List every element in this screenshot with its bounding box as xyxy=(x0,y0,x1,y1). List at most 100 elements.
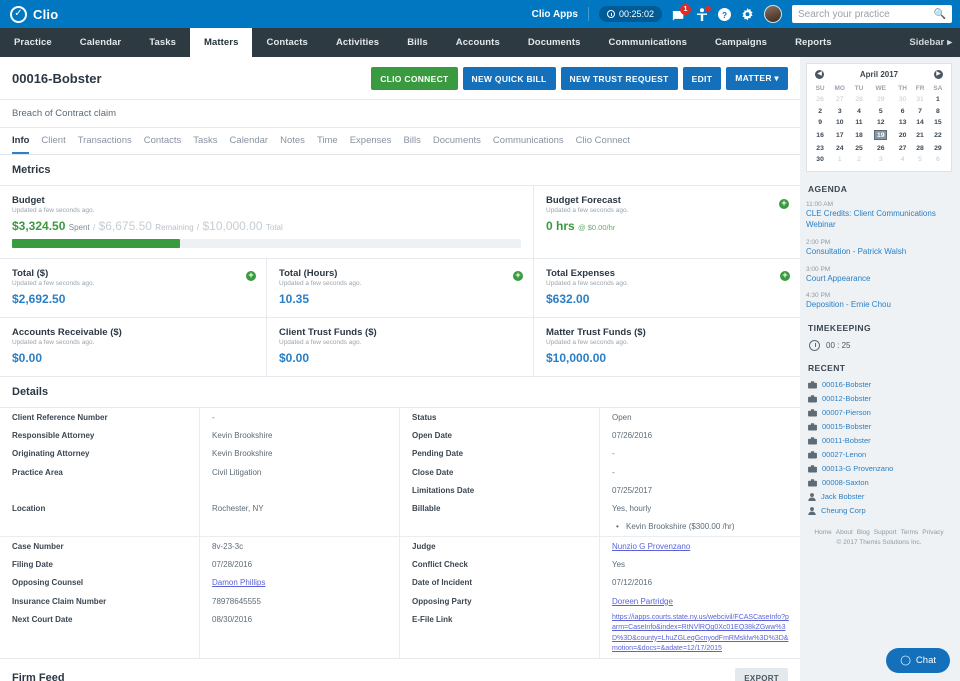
tab-calendar[interactable]: Calendar xyxy=(230,135,269,154)
clio-logo[interactable]: ✓ Clio xyxy=(0,5,58,23)
calendar-day-cell[interactable]: 3 xyxy=(868,154,894,165)
nav-item-bills[interactable]: Bills xyxy=(393,28,442,57)
calendar-day-cell[interactable]: 30 xyxy=(811,154,829,165)
calendar-day-cell[interactable]: 28 xyxy=(911,143,928,154)
calendar-day-cell[interactable]: 3 xyxy=(829,105,850,116)
detail-link[interactable]: Doreen Partridge xyxy=(612,597,673,606)
agenda-event-title[interactable]: Consultation - Patrick Walsh xyxy=(806,247,952,258)
calendar-day-cell[interactable]: 21 xyxy=(911,128,928,142)
calendar-day-cell[interactable]: 22 xyxy=(929,128,947,142)
add-icon[interactable]: + xyxy=(780,271,790,281)
calendar-day-cell[interactable]: 25 xyxy=(850,143,867,154)
add-icon[interactable]: + xyxy=(513,271,523,281)
search-icon[interactable]: 🔍 xyxy=(934,9,946,20)
calendar-day-cell[interactable]: 8 xyxy=(929,105,947,116)
footer-link-home[interactable]: Home xyxy=(814,529,831,536)
tab-time[interactable]: Time xyxy=(317,135,338,154)
recent-item[interactable]: 00011-Bobster xyxy=(806,436,952,445)
nav-item-contacts[interactable]: Contacts xyxy=(252,28,321,57)
sidebar-toggle[interactable]: Sidebar ▸ xyxy=(901,28,960,57)
calendar-day-cell[interactable]: 27 xyxy=(829,94,850,105)
efile-link[interactable]: https://iapps.courts.state.ny.us/webcivi… xyxy=(600,610,800,658)
calendar-day-cell[interactable]: 15 xyxy=(929,117,947,128)
calendar-day-cell[interactable]: 17 xyxy=(829,128,850,142)
notifications-icon[interactable]: 1 xyxy=(672,3,691,21)
detail-link[interactable]: Damon Phillips xyxy=(212,578,265,587)
calendar-day-cell[interactable]: 1 xyxy=(929,94,947,105)
calendar-day-cell[interactable]: 11 xyxy=(850,117,867,128)
nav-item-calendar[interactable]: Calendar xyxy=(66,28,135,57)
calendar-day-cell[interactable]: 4 xyxy=(894,154,911,165)
detail-value[interactable]: Damon Phillips xyxy=(200,574,399,592)
tab-clio-connect[interactable]: Clio Connect xyxy=(576,135,630,154)
calendar-day-cell[interactable]: 6 xyxy=(929,154,947,165)
recent-item[interactable]: 00008-Saxton xyxy=(806,478,952,487)
tab-documents[interactable]: Documents xyxy=(433,135,481,154)
nav-item-reports[interactable]: Reports xyxy=(781,28,846,57)
search-input[interactable] xyxy=(798,8,934,20)
tab-communications[interactable]: Communications xyxy=(493,135,564,154)
calendar-day-cell[interactable]: 16 xyxy=(811,128,829,142)
footer-link-terms[interactable]: Terms xyxy=(901,529,919,536)
button-clio-connect[interactable]: CLIO CONNECT xyxy=(371,67,458,90)
recent-item[interactable]: 00016-Bobster xyxy=(806,380,952,389)
calendar-day-cell[interactable]: 20 xyxy=(894,128,911,142)
detail-value[interactable]: Nunzio G Provenzano xyxy=(600,537,800,555)
calendar-day-cell[interactable]: 29 xyxy=(929,143,947,154)
timekeeping-row[interactable]: 00 : 25 xyxy=(806,340,952,352)
tab-notes[interactable]: Notes xyxy=(280,135,305,154)
calendar-day-cell[interactable]: 7 xyxy=(911,105,928,116)
chat-button[interactable]: ◯ Chat xyxy=(886,648,950,673)
recent-item[interactable]: 00007-Pierson xyxy=(806,408,952,417)
footer-link-privacy[interactable]: Privacy xyxy=(922,529,943,536)
recent-item[interactable]: 00013-G Provenzano xyxy=(806,464,952,473)
calendar-day-cell[interactable]: 5 xyxy=(911,154,928,165)
calendar-day-cell[interactable]: 27 xyxy=(894,143,911,154)
calendar-day-cell[interactable]: 18 xyxy=(850,128,867,142)
calendar-prev-icon[interactable]: ◀ xyxy=(815,70,824,79)
footer-link-support[interactable]: Support xyxy=(874,529,897,536)
recent-item[interactable]: Jack Bobster xyxy=(806,492,952,501)
calendar-day-cell[interactable]: 26 xyxy=(868,143,894,154)
nav-item-documents[interactable]: Documents xyxy=(514,28,595,57)
calendar-day-cell[interactable]: 2 xyxy=(850,154,867,165)
nav-item-practice[interactable]: Practice xyxy=(0,28,66,57)
button-new-trust-request[interactable]: NEW TRUST REQUEST xyxy=(560,67,678,90)
nav-item-activities[interactable]: Activities xyxy=(322,28,393,57)
footer-link-blog[interactable]: Blog xyxy=(857,529,870,536)
calendar-day-cell[interactable]: 2 xyxy=(811,105,829,116)
tab-client[interactable]: Client xyxy=(41,135,65,154)
button-edit[interactable]: EDIT xyxy=(682,67,722,90)
agenda-event-title[interactable]: CLE Credits: Client Communications Webin… xyxy=(806,209,952,231)
add-icon[interactable]: + xyxy=(246,271,256,281)
calendar-day-cell[interactable]: 28 xyxy=(850,94,867,105)
calendar-day-cell[interactable]: 5 xyxy=(868,105,894,116)
calendar-day-cell[interactable]: 6 xyxy=(894,105,911,116)
tab-tasks[interactable]: Tasks xyxy=(193,135,217,154)
nav-item-accounts[interactable]: Accounts xyxy=(442,28,514,57)
button-matter[interactable]: MATTER ▾ xyxy=(726,67,788,90)
gear-icon[interactable] xyxy=(741,7,754,21)
agenda-event-title[interactable]: Deposition - Ernie Chou xyxy=(806,300,952,311)
calendar-selected-day[interactable]: 19 xyxy=(874,130,888,141)
recent-item[interactable]: 00012-Bobster xyxy=(806,394,952,403)
calendar-day-cell[interactable]: 23 xyxy=(811,143,829,154)
tab-info[interactable]: Info xyxy=(12,135,30,154)
export-button[interactable]: EXPORT xyxy=(735,667,788,681)
timer-pill[interactable]: 00:25:02 xyxy=(598,6,662,22)
calendar-day-cell[interactable]: 4 xyxy=(850,105,867,116)
referrals-person-icon[interactable] xyxy=(696,5,711,21)
calendar-day-cell[interactable]: 29 xyxy=(868,94,894,105)
help-icon[interactable]: ? xyxy=(718,7,731,21)
detail-link[interactable]: Nunzio G Provenzano xyxy=(612,542,690,551)
nav-item-communications[interactable]: Communications xyxy=(594,28,700,57)
calendar-day-cell[interactable]: 26 xyxy=(811,94,829,105)
recent-item[interactable]: 00027-Lenon xyxy=(806,450,952,459)
button-new-quick-bill[interactable]: NEW QUICK BILL xyxy=(462,67,556,90)
calendar-day-cell[interactable]: 14 xyxy=(911,117,928,128)
tab-transactions[interactable]: Transactions xyxy=(78,135,132,154)
recent-item[interactable]: 00015-Bobster xyxy=(806,422,952,431)
search-box[interactable]: 🔍 xyxy=(792,5,952,23)
calendar-day-cell[interactable]: 12 xyxy=(868,117,894,128)
detail-value[interactable]: Doreen Partridge xyxy=(600,592,800,610)
